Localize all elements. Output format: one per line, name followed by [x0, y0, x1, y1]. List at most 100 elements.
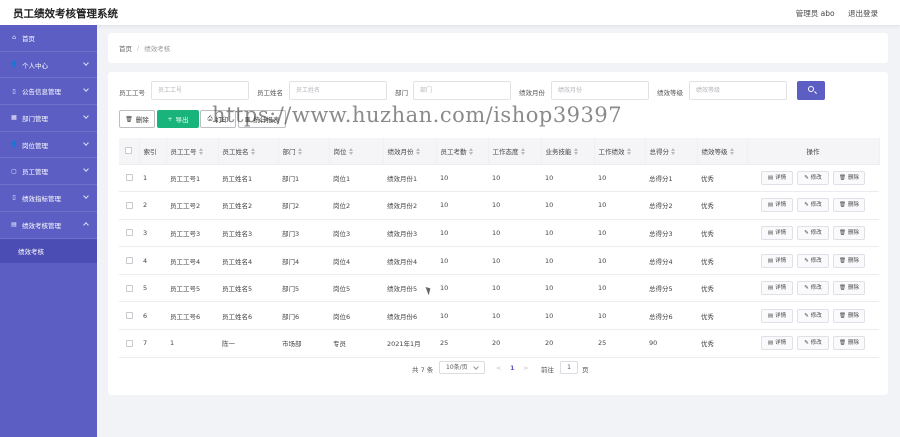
- edit-icon: ✎: [804, 229, 809, 236]
- column-header[interactable]: 工作绩效: [594, 138, 646, 165]
- table-cell: 员工姓名3: [218, 219, 278, 248]
- row-checkbox[interactable]: [119, 164, 139, 193]
- delete-button[interactable]: 🗑 删除: [833, 308, 865, 323]
- sidebar-item-label: 公告信息管理: [22, 88, 61, 97]
- column-header[interactable]: 工作态度: [488, 138, 542, 165]
- edit-button[interactable]: ✎ 修改: [797, 198, 829, 213]
- table-cell: 优秀: [697, 329, 747, 358]
- edit-icon: ✎: [804, 285, 809, 292]
- main-panel: 员工工号 员工姓名 部门 绩效月份 绩效等级 🗑删除 +导出 ⎙打印 ▥统计报表…: [108, 72, 888, 395]
- table-cell: 10: [541, 191, 594, 220]
- column-header[interactable]: 绩效月份: [383, 138, 437, 165]
- row-checkbox[interactable]: [119, 219, 139, 248]
- sidebar-item-profile[interactable]: 👤 个人中心: [0, 52, 97, 79]
- sidebar-item-notice[interactable]: ▯ 公告信息管理: [0, 78, 97, 106]
- statistics-report-button[interactable]: ▥ 统计报表: [238, 110, 286, 128]
- delete-button[interactable]: 🗑 删除: [833, 253, 865, 268]
- page-size-select[interactable]: 10条/页: [439, 361, 485, 374]
- search-button[interactable]: [797, 81, 825, 100]
- delete-button[interactable]: 🗑 删除: [833, 336, 865, 351]
- table-row: 7 1 陈一 市场部 专员 2021年1月 25 20 20 25 90 优秀 ▤ 详情 ✎ 修改 🗑 删除: [119, 329, 879, 358]
- table-cell: 10: [541, 274, 594, 303]
- table-cell: 10: [594, 301, 645, 331]
- filter-label-employee-name: 员工姓名: [257, 89, 283, 97]
- sidebar-item-label: 员工管理: [22, 168, 48, 177]
- row-checkbox[interactable]: [119, 246, 139, 275]
- detail-button[interactable]: ▤ 详情: [761, 170, 793, 185]
- delete-button[interactable]: 🗑 删除: [833, 170, 865, 185]
- sidebar-item-assessment[interactable]: ▤ 绩效考核管理: [0, 212, 97, 239]
- edit-icon: ✎: [804, 340, 809, 347]
- delete-button[interactable]: 🗑 删除: [833, 198, 865, 213]
- edit-button[interactable]: ✎ 修改: [797, 281, 829, 296]
- table-cell: 10: [594, 191, 645, 220]
- edit-button[interactable]: ✎ 修改: [797, 170, 829, 185]
- detail-button[interactable]: ▤ 详情: [761, 308, 793, 323]
- table-cell: 3: [139, 219, 166, 248]
- export-button[interactable]: + 导出: [157, 110, 199, 128]
- detail-button[interactable]: ▤ 详情: [761, 198, 793, 213]
- delete-button[interactable]: 🗑 删除: [833, 225, 865, 240]
- column-header[interactable]: 岗位: [329, 138, 384, 165]
- row-checkbox[interactable]: [119, 329, 139, 358]
- month-input[interactable]: [551, 81, 649, 100]
- column-header[interactable]: 员工考勤: [436, 138, 489, 165]
- row-actions: ▤ 详情 ✎ 修改 🗑 删除: [747, 301, 879, 331]
- employee-id-input[interactable]: [151, 81, 249, 100]
- breadcrumb-current: 绩效考核: [144, 45, 171, 53]
- detail-button[interactable]: ▤ 详情: [761, 225, 793, 240]
- employee-name-input[interactable]: [289, 81, 387, 100]
- print-button[interactable]: ⎙ 打印: [200, 110, 236, 128]
- row-checkbox[interactable]: [119, 301, 139, 331]
- edit-button[interactable]: ✎ 修改: [797, 253, 829, 268]
- edit-button[interactable]: ✎ 修改: [797, 336, 829, 351]
- sidebar-item-position[interactable]: 👤 岗位管理: [0, 132, 97, 159]
- detail-button[interactable]: ▤ 详情: [761, 253, 793, 268]
- edit-button[interactable]: ✎ 修改: [797, 225, 829, 240]
- column-header[interactable]: 部门: [278, 138, 330, 165]
- table-cell: 绩效月份1: [383, 164, 436, 193]
- detail-button[interactable]: ▤ 详情: [761, 336, 793, 351]
- column-header[interactable]: 员工工号: [166, 138, 219, 165]
- current-user-link[interactable]: 管理员 abo: [796, 9, 835, 18]
- table-cell: 25: [436, 329, 488, 358]
- row-checkbox[interactable]: [119, 191, 139, 220]
- column-header[interactable]: 绩效等级: [697, 138, 748, 165]
- sort-icon: [468, 148, 473, 156]
- department-input[interactable]: [413, 81, 511, 100]
- grade-input[interactable]: [689, 81, 787, 100]
- page-number-current[interactable]: 1: [510, 364, 515, 372]
- column-header[interactable]: 业务技能: [541, 138, 595, 165]
- column-header[interactable]: 总得分: [645, 138, 698, 165]
- sidebar-item-home[interactable]: ⌂ 首页: [0, 25, 97, 52]
- edit-button[interactable]: ✎ 修改: [797, 308, 829, 323]
- table-cell: 优秀: [697, 164, 747, 193]
- detail-button[interactable]: ▤ 详情: [761, 281, 793, 296]
- table-cell: 10: [541, 219, 594, 248]
- trash-icon: 🗑: [839, 340, 846, 347]
- goto-page-input[interactable]: 1: [560, 361, 578, 374]
- sidebar-item-staff[interactable]: ▢ 员工管理: [0, 158, 97, 186]
- next-page-button[interactable]: >: [523, 364, 528, 372]
- row-checkbox[interactable]: [119, 274, 139, 303]
- table-cell: 部门6: [278, 301, 329, 331]
- sort-icon: [671, 148, 675, 156]
- table-cell: 6: [139, 301, 166, 331]
- table-cell: 1: [166, 329, 218, 358]
- batch-delete-button[interactable]: 🗑 删除: [119, 110, 155, 128]
- sort-icon: [250, 148, 255, 156]
- table-cell: 优秀: [697, 191, 747, 220]
- table-cell: 10: [594, 219, 645, 248]
- sidebar-item-department[interactable]: ▦ 部门管理: [0, 105, 97, 132]
- delete-button[interactable]: 🗑 删除: [833, 281, 865, 296]
- select-all-checkbox[interactable]: [119, 138, 140, 165]
- breadcrumb-home[interactable]: 首页: [119, 43, 132, 53]
- prev-page-button[interactable]: <: [496, 364, 501, 372]
- table-header-row: 索引 员工工号 员工姓名 部门 岗位 绩效月份 员工考勤 工作态度 业务技能 工…: [119, 138, 880, 165]
- chevron-down-icon: [83, 86, 89, 93]
- sidebar-subitem-assessment[interactable]: 绩效考核: [0, 238, 97, 263]
- column-header[interactable]: 员工姓名: [218, 138, 279, 165]
- sidebar-item-indicator[interactable]: ▯ 绩效指标管理: [0, 185, 97, 212]
- table-cell: 10: [488, 274, 541, 303]
- logout-link[interactable]: 退出登录: [848, 9, 878, 18]
